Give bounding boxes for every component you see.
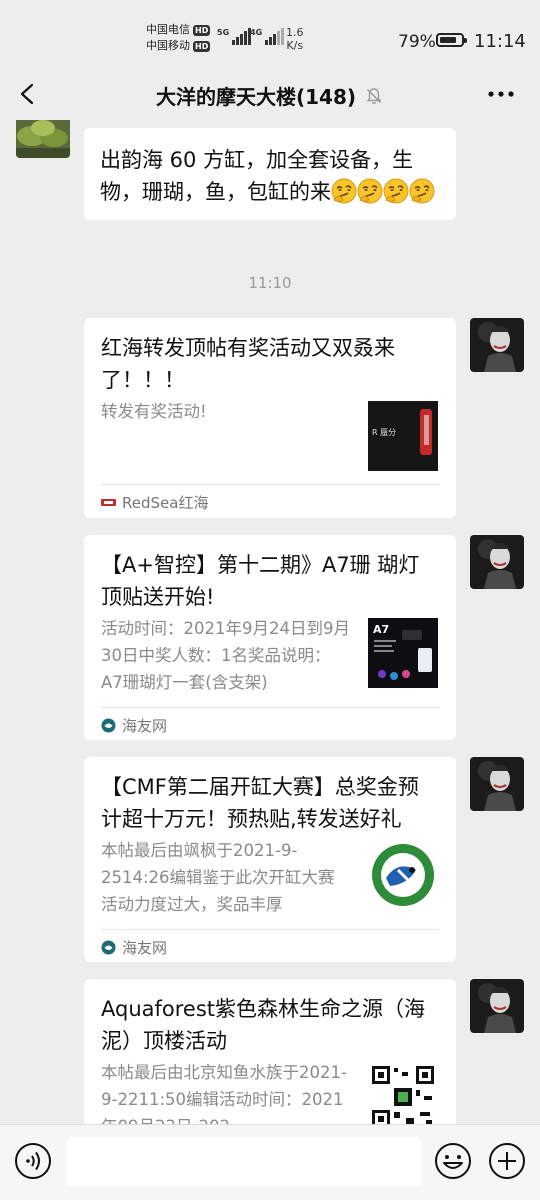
card-thumbnail [368,840,438,910]
link-card[interactable]: Aquaforest紫色森林生命之源（海泥）顶楼活动 本帖最后由北京知鱼水族于2… [84,979,456,1124]
card-description: 本帖最后由飒枫于2021-9-2514:26编辑鉴于此次开缸大赛活动力度过大，奖… [101,841,335,914]
my-avatar[interactable] [470,318,524,372]
card-description: 活动时间：2021年9月24日到9月30日中奖人数：1名奖品说明：A7珊瑚灯一套… [101,619,350,692]
emoji-icon[interactable] [434,1142,472,1180]
card-thumbnail-qr [368,1062,438,1124]
link-card[interactable]: 红海转发顶帖有奖活动又双叒来了！！！ 转发有奖活动! R 蜃分 RedSea红海 [84,318,456,518]
my-avatar[interactable] [470,979,524,1033]
plus-icon[interactable] [488,1142,526,1180]
message-timestamp: 11:10 [248,274,292,292]
message-list[interactable]: 出韵海 60 方缸，加全套设备，生物，珊瑚，鱼，包缸的来 11:10 红海转发顶… [0,120,540,1124]
signal-5g-icon: 5G [217,28,252,45]
card-description: 转发有奖活动! [101,402,207,421]
card-title: Aquaforest紫色森林生命之源（海泥）顶楼活动 [101,997,426,1053]
svg-text:R 蜃分: R 蜃分 [372,428,396,437]
card-source: 海友网 [101,937,167,958]
battery-icon [436,33,467,47]
smirk-face-icon [409,178,435,204]
card-thumbnail: R 蜃分 [368,401,438,471]
sender-avatar[interactable] [16,120,70,158]
more-icon[interactable] [486,84,516,104]
my-avatar[interactable] [470,757,524,811]
card-divider [101,929,439,930]
card-title: 【CMF第二届开缸大赛】总奖金预计超十万元！预热贴,转发送好礼 [101,775,419,831]
card-title: 【A+智控】第十二期》A7珊 瑚灯顶贴送开始! [101,553,420,609]
link-card[interactable]: 【A+智控】第十二期》A7珊 瑚灯顶贴送开始! 活动时间：2021年9月24日到… [84,535,456,740]
my-avatar[interactable] [470,535,524,589]
smirk-face-icon [357,178,383,204]
emoji-group [331,178,435,204]
card-source: 海友网 [101,715,167,736]
link-card[interactable]: 【CMF第二届开缸大赛】总奖金预计超十万元！预热贴,转发送好礼 本帖最后由飒枫于… [84,757,456,962]
haiyou-logo-icon [101,940,116,955]
hd-badge: HD [193,40,211,52]
message-bubble[interactable]: 出韵海 60 方缸，加全套设备，生物，珊瑚，鱼，包缸的来 [84,128,456,220]
chat-header: 大洋的摩天大楼(148) [0,70,540,120]
message-input[interactable] [67,1137,421,1187]
chat-title[interactable]: 大洋的摩天大楼(148) [156,81,356,110]
voice-icon[interactable] [14,1142,52,1180]
mute-bell-icon [366,87,382,104]
clock: 11:14 [474,31,526,52]
redsea-logo-icon [101,499,116,506]
card-divider [101,484,439,485]
carrier-info: 中国电信 HD 中国移动 HD [146,22,211,54]
svg-text:A7: A7 [373,623,389,636]
carrier-1: 中国电信 [146,23,190,36]
network-speed: 1.6 K/s [286,26,304,52]
haiyou-logo-icon [101,718,116,733]
card-description: 本帖最后由北京知鱼水族于2021-9-2211:50编辑活动时间：2021年09… [101,1063,347,1124]
card-thumbnail: A7 [368,618,438,688]
card-divider [101,707,439,708]
smirk-face-icon [383,178,409,204]
card-title: 红海转发顶帖有奖活动又双叒来了！！！ [101,336,395,392]
smirk-face-icon [331,178,357,204]
carrier-2: 中国移动 [146,39,190,52]
signal-4g-icon: 4G [250,28,285,45]
battery-percent: 79% [398,32,436,52]
hd-badge: HD [193,24,211,36]
input-bar [0,1124,540,1200]
status-bar: 中国电信 HD 中国移动 HD 5G 4G 1.6 K/s 79% 11:14 [0,0,540,70]
card-source: RedSea红海 [101,492,208,513]
